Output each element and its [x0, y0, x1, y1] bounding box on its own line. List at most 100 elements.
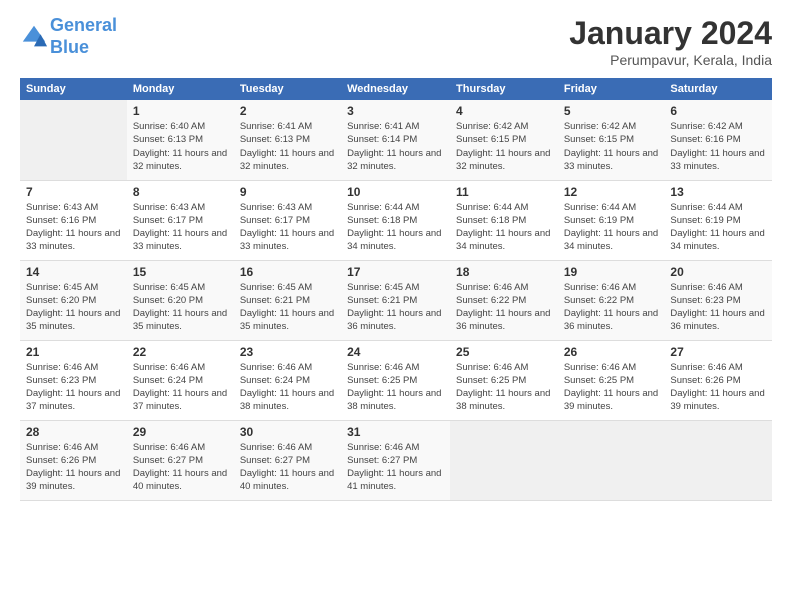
cell-week1-day4: 4 Sunrise: 6:42 AM Sunset: 6:15 PM Daylig… [450, 100, 558, 180]
header-sunday: Sunday [20, 78, 127, 100]
day-info: Sunrise: 6:43 AM Sunset: 6:16 PM Dayligh… [26, 201, 121, 254]
cell-week2-day5: 12 Sunrise: 6:44 AM Sunset: 6:19 PM Dayli… [558, 180, 665, 260]
cell-week3-day3: 17Sunrise: 6:45 AM Sunset: 6:21 PM Dayli… [341, 260, 450, 340]
day-number: 4 [456, 104, 552, 118]
cell-week1-day1: 1 Sunrise: 6:40 AM Sunset: 6:13 PM Daylig… [127, 100, 234, 180]
day-number: 26 [564, 345, 659, 359]
cell-week5-day0: 28 Sunrise: 6:46 AM Sunset: 6:26 PM Dayli… [20, 420, 127, 500]
header-saturday: Saturday [664, 78, 772, 100]
day-info: Sunrise: 6:44 AM Sunset: 6:18 PM Dayligh… [456, 201, 552, 254]
cell-week3-day4: 18 Sunrise: 6:46 AM Sunset: 6:22 PM Dayli… [450, 260, 558, 340]
day-number: 15 [133, 265, 228, 279]
location: Perumpavur, Kerala, India [569, 52, 772, 68]
day-number: 21 [26, 345, 121, 359]
day-info: Sunrise: 6:42 AM Sunset: 6:16 PM Dayligh… [670, 120, 766, 173]
cell-week4-day6: 27Sunrise: 6:46 AM Sunset: 6:26 PM Dayli… [664, 340, 772, 420]
cell-week3-day2: 16 Sunrise: 6:45 AM Sunset: 6:21 PM Dayli… [234, 260, 341, 340]
cell-week4-day4: 25 Sunrise: 6:46 AM Sunset: 6:25 PM Dayli… [450, 340, 558, 420]
title-block: January 2024 Perumpavur, Kerala, India [569, 15, 772, 68]
day-info: Sunrise: 6:46 AM Sunset: 6:26 PM Dayligh… [26, 441, 121, 494]
calendar-table: Sunday Monday Tuesday Wednesday Thursday… [20, 78, 772, 501]
cell-week1-day6: 6 Sunrise: 6:42 AM Sunset: 6:16 PM Daylig… [664, 100, 772, 180]
day-info: Sunrise: 6:45 AM Sunset: 6:21 PM Dayligh… [240, 281, 335, 334]
day-number: 3 [347, 104, 444, 118]
day-info: Sunrise: 6:46 AM Sunset: 6:26 PM Dayligh… [670, 361, 766, 414]
day-info: Sunrise: 6:45 AM Sunset: 6:20 PM Dayligh… [26, 281, 121, 334]
day-info: Sunrise: 6:42 AM Sunset: 6:15 PM Dayligh… [456, 120, 552, 173]
day-info: Sunrise: 6:46 AM Sunset: 6:25 PM Dayligh… [564, 361, 659, 414]
cell-week2-day1: 8Sunrise: 6:43 AM Sunset: 6:17 PM Daylig… [127, 180, 234, 260]
day-info: Sunrise: 6:45 AM Sunset: 6:20 PM Dayligh… [133, 281, 228, 334]
cell-week4-day0: 21 Sunrise: 6:46 AM Sunset: 6:23 PM Dayli… [20, 340, 127, 420]
header-thursday: Thursday [450, 78, 558, 100]
cell-week2-day2: 9Sunrise: 6:43 AM Sunset: 6:17 PM Daylig… [234, 180, 341, 260]
day-info: Sunrise: 6:44 AM Sunset: 6:18 PM Dayligh… [347, 201, 444, 254]
header: General Blue January 2024 Perumpavur, Ke… [20, 15, 772, 68]
week-row-2: 7 Sunrise: 6:43 AM Sunset: 6:16 PM Daylig… [20, 180, 772, 260]
day-info: Sunrise: 6:43 AM Sunset: 6:17 PM Dayligh… [240, 201, 335, 254]
header-tuesday: Tuesday [234, 78, 341, 100]
day-number: 19 [564, 265, 659, 279]
day-info: Sunrise: 6:46 AM Sunset: 6:22 PM Dayligh… [456, 281, 552, 334]
day-info: Sunrise: 6:46 AM Sunset: 6:25 PM Dayligh… [456, 361, 552, 414]
day-info: Sunrise: 6:41 AM Sunset: 6:14 PM Dayligh… [347, 120, 444, 173]
cell-week5-day6 [664, 420, 772, 500]
day-number: 5 [564, 104, 659, 118]
cell-week1-day2: 2Sunrise: 6:41 AM Sunset: 6:13 PM Daylig… [234, 100, 341, 180]
cell-week5-day4 [450, 420, 558, 500]
day-info: Sunrise: 6:46 AM Sunset: 6:24 PM Dayligh… [240, 361, 335, 414]
header-wednesday: Wednesday [341, 78, 450, 100]
weekday-header-row: Sunday Monday Tuesday Wednesday Thursday… [20, 78, 772, 100]
day-info: Sunrise: 6:44 AM Sunset: 6:19 PM Dayligh… [670, 201, 766, 254]
cell-week3-day1: 15 Sunrise: 6:45 AM Sunset: 6:20 PM Dayli… [127, 260, 234, 340]
page: General Blue January 2024 Perumpavur, Ke… [0, 0, 792, 612]
day-number: 25 [456, 345, 552, 359]
day-number: 16 [240, 265, 335, 279]
day-info: Sunrise: 6:46 AM Sunset: 6:23 PM Dayligh… [26, 361, 121, 414]
day-number: 28 [26, 425, 121, 439]
cell-week4-day1: 22 Sunrise: 6:46 AM Sunset: 6:24 PM Dayli… [127, 340, 234, 420]
day-number: 30 [240, 425, 335, 439]
day-info: Sunrise: 6:46 AM Sunset: 6:27 PM Dayligh… [347, 441, 444, 494]
day-info: Sunrise: 6:46 AM Sunset: 6:24 PM Dayligh… [133, 361, 228, 414]
day-info: Sunrise: 6:44 AM Sunset: 6:19 PM Dayligh… [564, 201, 659, 254]
day-number: 1 [133, 104, 228, 118]
day-number: 22 [133, 345, 228, 359]
day-number: 29 [133, 425, 228, 439]
cell-week4-day5: 26 Sunrise: 6:46 AM Sunset: 6:25 PM Dayli… [558, 340, 665, 420]
day-number: 6 [670, 104, 766, 118]
day-number: 31 [347, 425, 444, 439]
day-number: 7 [26, 185, 121, 199]
header-monday: Monday [127, 78, 234, 100]
week-row-4: 21 Sunrise: 6:46 AM Sunset: 6:23 PM Dayli… [20, 340, 772, 420]
cell-week2-day0: 7 Sunrise: 6:43 AM Sunset: 6:16 PM Daylig… [20, 180, 127, 260]
cell-week2-day3: 10 Sunrise: 6:44 AM Sunset: 6:18 PM Dayli… [341, 180, 450, 260]
logo: General Blue [20, 15, 117, 58]
week-row-5: 28 Sunrise: 6:46 AM Sunset: 6:26 PM Dayli… [20, 420, 772, 500]
cell-week1-day5: 5Sunrise: 6:42 AM Sunset: 6:15 PM Daylig… [558, 100, 665, 180]
day-number: 23 [240, 345, 335, 359]
day-info: Sunrise: 6:46 AM Sunset: 6:23 PM Dayligh… [670, 281, 766, 334]
day-number: 20 [670, 265, 766, 279]
day-number: 12 [564, 185, 659, 199]
cell-week1-day3: 3 Sunrise: 6:41 AM Sunset: 6:14 PM Daylig… [341, 100, 450, 180]
day-info: Sunrise: 6:40 AM Sunset: 6:13 PM Dayligh… [133, 120, 228, 173]
cell-week2-day4: 11 Sunrise: 6:44 AM Sunset: 6:18 PM Dayli… [450, 180, 558, 260]
cell-week2-day6: 13 Sunrise: 6:44 AM Sunset: 6:19 PM Dayli… [664, 180, 772, 260]
day-number: 24 [347, 345, 444, 359]
day-number: 18 [456, 265, 552, 279]
cell-week5-day5 [558, 420, 665, 500]
cell-week3-day5: 19Sunrise: 6:46 AM Sunset: 6:22 PM Dayli… [558, 260, 665, 340]
cell-week3-day6: 20 Sunrise: 6:46 AM Sunset: 6:23 PM Dayli… [664, 260, 772, 340]
day-info: Sunrise: 6:46 AM Sunset: 6:25 PM Dayligh… [347, 361, 444, 414]
day-number: 11 [456, 185, 552, 199]
day-info: Sunrise: 6:46 AM Sunset: 6:27 PM Dayligh… [240, 441, 335, 494]
day-number: 14 [26, 265, 121, 279]
day-number: 13 [670, 185, 766, 199]
day-number: 10 [347, 185, 444, 199]
cell-week5-day3: 31 Sunrise: 6:46 AM Sunset: 6:27 PM Dayli… [341, 420, 450, 500]
cell-week5-day1: 29Sunrise: 6:46 AM Sunset: 6:27 PM Dayli… [127, 420, 234, 500]
week-row-3: 14 Sunrise: 6:45 AM Sunset: 6:20 PM Dayli… [20, 260, 772, 340]
month-title: January 2024 [569, 15, 772, 52]
day-number: 2 [240, 104, 335, 118]
